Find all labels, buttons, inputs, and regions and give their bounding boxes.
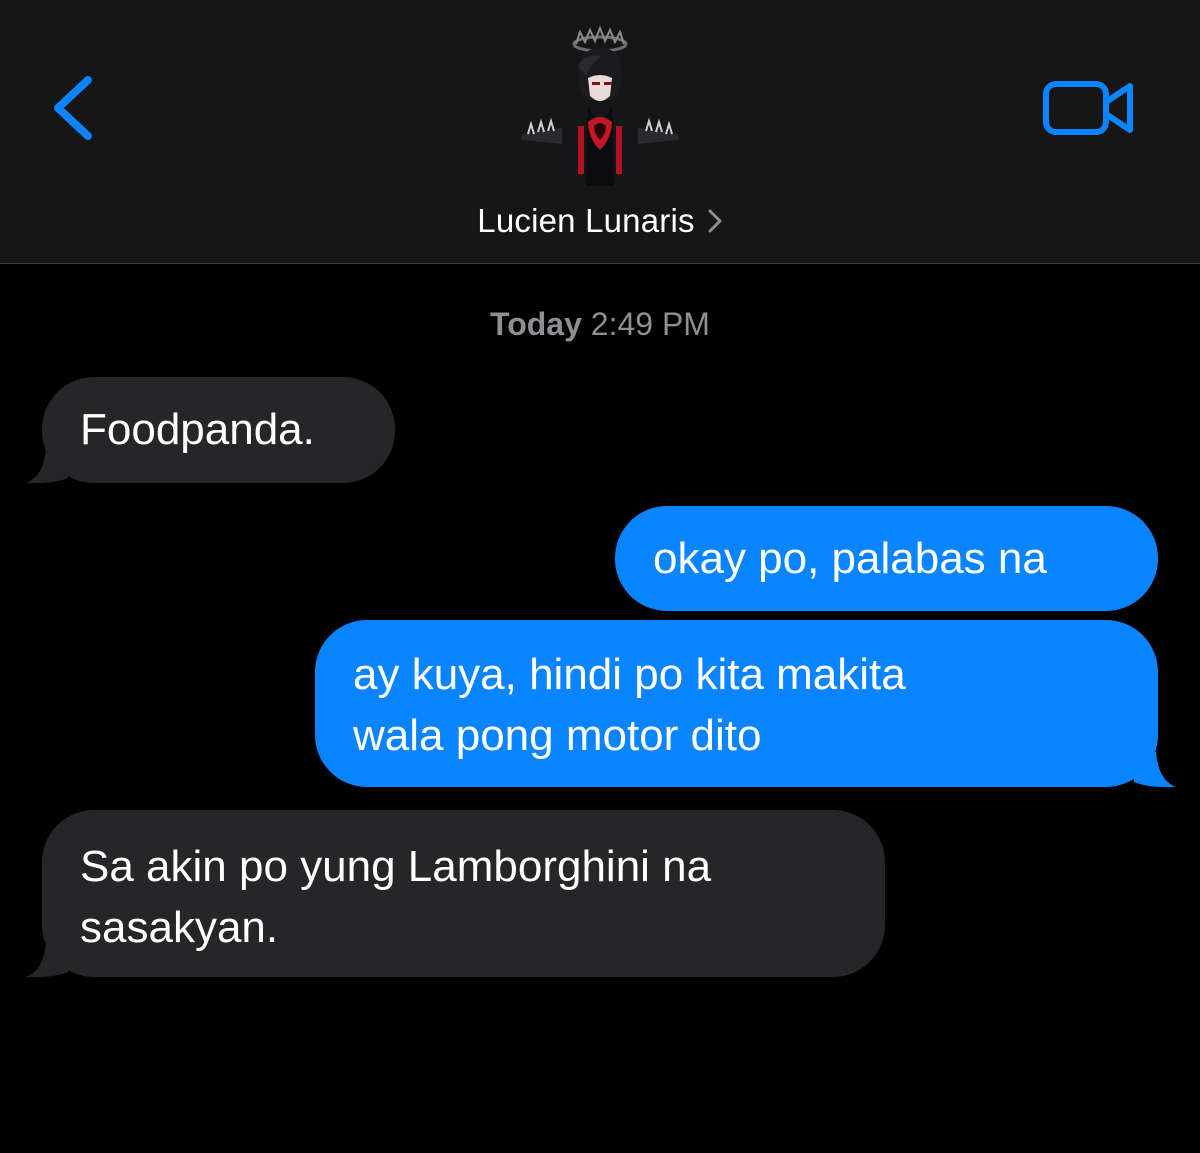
- bubble-tail: [26, 448, 68, 484]
- conversation-header: Lucien Lunaris: [0, 0, 1200, 264]
- message-text-line-1: Sa akin po yung Lamborghini na: [80, 842, 712, 891]
- chevron-left-icon: [54, 76, 92, 140]
- outgoing-message-bubble[interactable]: okay po, palabas na: [615, 506, 1158, 611]
- incoming-message-bubble[interactable]: Sa akin po yung Lamborghini na sasakyan.: [42, 810, 885, 977]
- message-text: Foodpanda.: [80, 405, 315, 454]
- bubble-tail: [1134, 752, 1176, 788]
- message-timestamp: Today 2:49 PM: [0, 306, 1200, 343]
- timestamp-time: 2:49 PM: [590, 306, 710, 342]
- contact-info-button[interactable]: Lucien Lunaris: [0, 198, 1200, 244]
- back-button[interactable]: [44, 70, 100, 150]
- contact-name: Lucien Lunaris: [477, 202, 695, 239]
- video-call-button[interactable]: [1040, 74, 1140, 144]
- video-camera-icon: [1043, 81, 1133, 135]
- timestamp-day: Today: [490, 306, 582, 342]
- chevron-right-icon: [708, 209, 722, 233]
- outgoing-message-bubble[interactable]: ay kuya, hindi po kita makita wala pong …: [315, 620, 1158, 787]
- incoming-message-bubble[interactable]: Foodpanda.: [42, 377, 395, 483]
- message-text-line-1: ay kuya, hindi po kita makita: [353, 650, 906, 699]
- message-text-line-2: sasakyan.: [80, 903, 279, 952]
- message-text-line-2: wala pong motor dito: [353, 711, 762, 760]
- avatar[interactable]: [522, 25, 678, 186]
- bubble-tail: [26, 942, 68, 978]
- message-text: okay po, palabas na: [653, 534, 1047, 583]
